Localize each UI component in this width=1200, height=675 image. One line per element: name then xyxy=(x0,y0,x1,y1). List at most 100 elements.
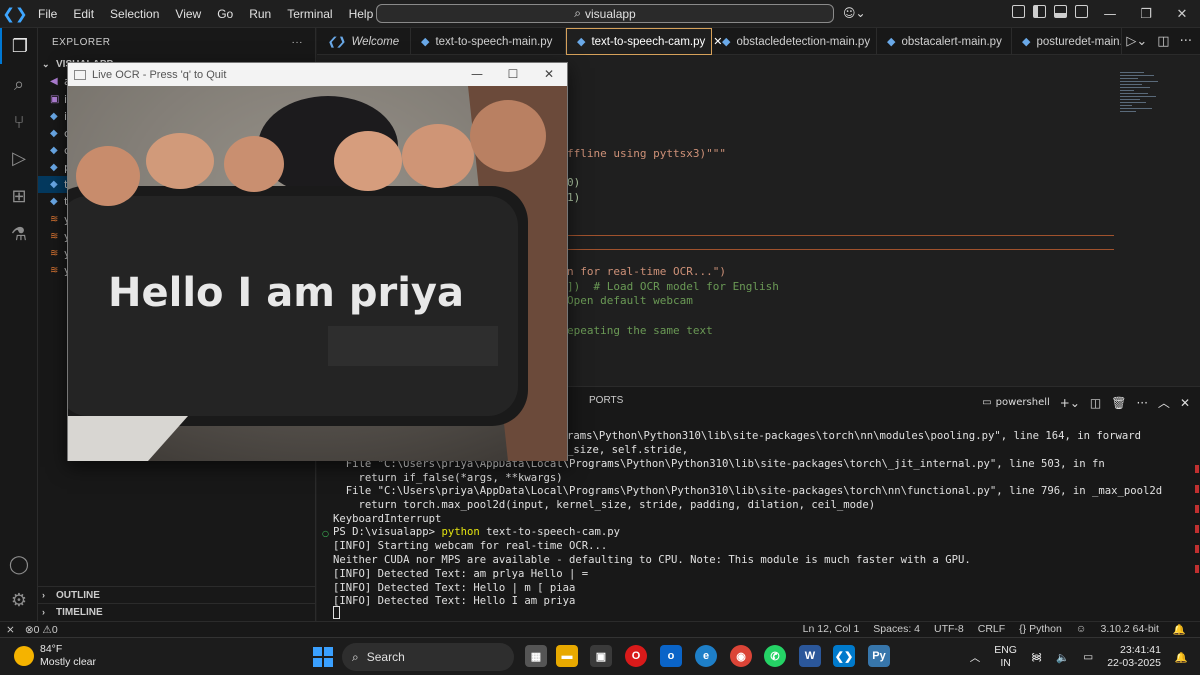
command-success-icon[interactable]: ○ xyxy=(322,529,329,538)
testing-icon[interactable]: ⚗ xyxy=(0,216,38,252)
word-icon[interactable]: W xyxy=(799,645,821,667)
remote-icon[interactable]: ⨯ xyxy=(6,624,15,636)
tab-text-to-speech-main[interactable]: ◆ text-to-speech-main.py xyxy=(411,28,566,55)
microsoft-store-icon[interactable]: ▣ xyxy=(590,645,612,667)
language-mode[interactable]: {} Python xyxy=(1019,623,1062,636)
python-taskbar-icon[interactable]: Py xyxy=(868,645,890,667)
ocr-window-controls: — ☐ ✕ xyxy=(459,63,567,85)
split-terminal-icon[interactable]: ◫ xyxy=(1090,396,1101,410)
account-icon[interactable]: ◯ xyxy=(0,546,38,582)
activity-bar: ❐ ⌕ ⑂ ▷ ⊞ ⚗ ◯ ⚙ xyxy=(0,28,38,621)
outline-section[interactable]: › OUTLINE xyxy=(38,586,316,603)
command-center-search[interactable]: ⌕ visualapp xyxy=(376,4,834,23)
toggle-sidebar-icon[interactable] xyxy=(1033,5,1046,18)
chrome-icon[interactable]: ◉ xyxy=(730,645,752,667)
menu-view[interactable]: View xyxy=(167,7,209,21)
tab-obstacledetection-main[interactable]: ◆ obstacledetection-main.py xyxy=(712,28,877,55)
trash-icon[interactable]: 🗑 xyxy=(1111,396,1126,410)
maximize-panel-icon[interactable]: ︿ xyxy=(1158,394,1170,411)
tab-obstacalert-main[interactable]: ◆ obstacalert-main.py xyxy=(877,28,1012,55)
outlook-icon[interactable]: o xyxy=(660,645,682,667)
webcam-frame: Hello I am priya xyxy=(68,86,567,461)
volume-icon[interactable]: 🔈 xyxy=(1056,651,1069,664)
terminal-line: KeyboardInterrupt xyxy=(333,513,442,525)
tab-welcome[interactable]: ❮❯ Welcome xyxy=(317,28,411,55)
tab-ports[interactable]: PORTS xyxy=(589,395,623,406)
editor-divider xyxy=(568,249,1114,250)
run-debug-icon[interactable]: ▷ xyxy=(0,140,38,176)
explorer-icon[interactable]: ❐ xyxy=(0,28,38,64)
tab-posturedet-main[interactable]: ◆ posturedet-main. xyxy=(1012,28,1122,55)
end-of-line[interactable]: CRLF xyxy=(978,623,1005,636)
whatsapp-icon[interactable]: ✆ xyxy=(764,645,786,667)
copilot-icon[interactable]: ☺⌄ xyxy=(843,6,866,20)
cursor-position[interactable]: Ln 12, Col 1 xyxy=(803,623,860,636)
terminal-instance[interactable]: ▭ powershell xyxy=(982,397,1050,408)
terminal-line: rams\Python\Python310\lib\site-packages\… xyxy=(567,430,1142,442)
run-file-icon[interactable]: ▷⌄ xyxy=(1126,34,1147,49)
minimap[interactable] xyxy=(1120,70,1160,140)
python-file-icon: ◆ xyxy=(50,179,58,190)
battery-icon[interactable]: ▭ xyxy=(1083,651,1093,663)
close-icon[interactable]: ✕ xyxy=(1164,0,1200,28)
problems-indicator[interactable]: ⊗0 ⚠0 xyxy=(25,624,58,636)
clock[interactable]: 23:41:41 22-03-2025 xyxy=(1107,644,1161,670)
toggle-secondary-sidebar-icon[interactable] xyxy=(1075,5,1088,18)
notifications-bell-icon[interactable]: 🔔 xyxy=(1173,623,1186,636)
extensions-icon[interactable]: ⊞ xyxy=(0,178,38,214)
maximize-icon[interactable]: ☐ xyxy=(495,63,531,85)
menu-selection[interactable]: Selection xyxy=(102,7,167,21)
python-interpreter[interactable]: 3.10.2 64-bit xyxy=(1101,623,1159,636)
minimize-icon[interactable]: — xyxy=(1092,0,1128,28)
minimize-icon[interactable]: — xyxy=(459,63,495,85)
settings-gear-icon[interactable]: ⚙ xyxy=(0,582,38,618)
show-hidden-icons-chevron-icon[interactable]: ︿ xyxy=(970,650,981,665)
menu-file[interactable]: File xyxy=(30,7,65,21)
live-ocr-window[interactable]: Live OCR - Press 'q' to Quit — ☐ ✕ Hello… xyxy=(67,62,568,461)
customize-layout-icon[interactable] xyxy=(1012,5,1025,18)
opera-icon[interactable]: O xyxy=(625,645,647,667)
taskbar-search[interactable]: ⌕ Search xyxy=(342,643,514,671)
chevron-right-icon: › xyxy=(42,607,45,617)
chevron-right-icon: › xyxy=(42,590,45,600)
restore-icon[interactable]: ❐ xyxy=(1128,0,1164,28)
close-panel-icon[interactable]: ✕ xyxy=(1180,396,1190,410)
terminal-line: return if_false(*args, **kwargs) xyxy=(333,472,563,484)
task-view-icon[interactable]: ▦ xyxy=(525,645,547,667)
start-button[interactable] xyxy=(313,647,333,667)
python-file-icon: ◆ xyxy=(421,36,430,48)
menu-bar: File Edit Selection View Go Run Terminal… xyxy=(30,7,381,21)
menu-edit[interactable]: Edit xyxy=(65,7,102,21)
more-actions-icon[interactable]: ··· xyxy=(292,37,304,48)
layout-controls xyxy=(1012,5,1088,18)
notifications-icon[interactable]: 🔔 xyxy=(1175,651,1188,664)
split-editor-icon[interactable]: ◫ xyxy=(1157,34,1169,49)
menu-terminal[interactable]: Terminal xyxy=(279,7,340,21)
close-icon[interactable]: ✕ xyxy=(531,63,567,85)
vscode-taskbar-icon[interactable]: ❮❯ xyxy=(833,645,855,667)
edge-icon[interactable]: e xyxy=(695,645,717,667)
copilot-status-icon[interactable]: ☺ xyxy=(1076,623,1087,636)
timeline-section[interactable]: › TIMELINE xyxy=(38,603,316,620)
add-terminal-icon[interactable]: +⌄ xyxy=(1060,396,1080,410)
python-file-icon: ◆ xyxy=(50,128,58,139)
wifi-icon[interactable]: ᯼ xyxy=(1031,650,1042,664)
menu-run[interactable]: Run xyxy=(241,7,279,21)
code-line: 0) xyxy=(567,176,581,189)
language-indicator[interactable]: ENG IN xyxy=(994,644,1017,670)
tab-text-to-speech-cam[interactable]: ◆ text-to-speech-cam.py ✕ xyxy=(566,28,722,55)
more-actions-icon[interactable]: ··· xyxy=(1136,396,1147,410)
menu-go[interactable]: Go xyxy=(209,7,241,21)
toggle-panel-icon[interactable] xyxy=(1054,5,1067,18)
file-explorer-icon[interactable]: ▬ xyxy=(556,645,578,667)
terminal-line: return torch.max_pool2d(input, kernel_si… xyxy=(333,499,876,511)
code-line: ffline using pyttsx3)""" xyxy=(567,147,726,160)
search-icon[interactable]: ⌕ xyxy=(0,66,38,102)
search-text: visualapp xyxy=(585,6,636,21)
indentation[interactable]: Spaces: 4 xyxy=(873,623,920,636)
weather-widget[interactable]: 84°F Mostly clear xyxy=(14,643,96,669)
source-control-icon[interactable]: ⑂ xyxy=(0,104,38,140)
encoding[interactable]: UTF-8 xyxy=(934,623,964,636)
more-actions-icon[interactable]: ··· xyxy=(1180,34,1192,49)
search-icon: ⌕ xyxy=(352,649,359,664)
